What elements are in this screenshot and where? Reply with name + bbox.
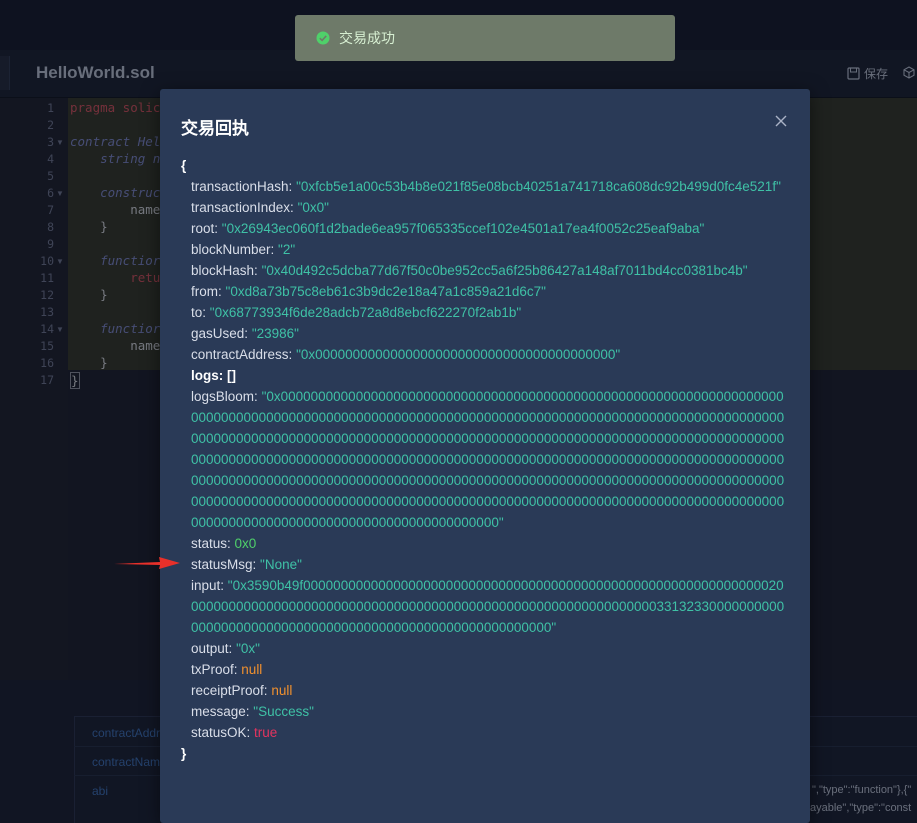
- field-key: statusOK:: [191, 725, 251, 740]
- field-key: receiptProof:: [191, 683, 268, 698]
- field-key: message:: [191, 704, 250, 719]
- field-tx-proof: txProof: null: [181, 659, 791, 680]
- field-value: "Success": [253, 704, 314, 719]
- field-key: blockHash:: [191, 263, 258, 278]
- field-status-msg: statusMsg: "None": [181, 554, 791, 575]
- field-transaction-index: transactionIndex: "0x0": [181, 197, 791, 218]
- field-logs-bloom: logsBloom: "0x00000000000000000000000000…: [181, 386, 791, 533]
- field-value: "2": [278, 242, 296, 257]
- field-key: transactionIndex:: [191, 200, 294, 215]
- transaction-receipt-dialog: 交易回执 { transactionHash: "0xfcb5e1a00c53b…: [160, 89, 810, 823]
- field-receipt-proof: receiptProof: null: [181, 680, 791, 701]
- field-from: from: "0xd8a73b75c8eb61c3b9dc2e18a47a1c8…: [181, 281, 791, 302]
- json-close-brace: }: [181, 746, 187, 761]
- receipt-json: { transactionHash: "0xfcb5e1a00c53b4b8e0…: [181, 155, 791, 764]
- field-message: message: "Success": [181, 701, 791, 722]
- close-icon[interactable]: [774, 114, 788, 128]
- field-block-hash: blockHash: "0x40d492c5dcba77d67f50c0be95…: [181, 260, 791, 281]
- field-key: statusMsg:: [191, 557, 257, 572]
- field-value: null: [271, 683, 293, 698]
- field-key: blockNumber:: [191, 242, 275, 257]
- field-value: "23986": [251, 326, 299, 341]
- field-gas-used: gasUsed: "23986": [181, 323, 791, 344]
- field-value: "0x26943ec060f1d2bade6ea957f065335ccef10…: [221, 221, 705, 236]
- field-key: status:: [191, 536, 231, 551]
- check-circle-icon: [316, 31, 330, 45]
- field-root: root: "0x26943ec060f1d2bade6ea957f065335…: [181, 218, 791, 239]
- field-transaction-hash: transactionHash: "0xfcb5e1a00c53b4b8e021…: [181, 176, 791, 197]
- field-value: true: [254, 725, 278, 740]
- field-to: to: "0x68773934f6de28adcb72a8d8ebcf62227…: [181, 302, 791, 323]
- annotation-arrow-icon: [114, 557, 180, 569]
- field-logs: logs: []: [181, 365, 791, 386]
- field-key: from:: [191, 284, 222, 299]
- field-value: 0x0: [234, 536, 257, 551]
- field-value: "0x0": [297, 200, 329, 215]
- field-value: "0x68773934f6de28adcb72a8d8ebcf622270f2a…: [209, 305, 522, 320]
- field-block-number: blockNumber: "2": [181, 239, 791, 260]
- field-key: txProof:: [191, 662, 238, 677]
- field-key: root:: [191, 221, 219, 236]
- field-value: "0x40d492c5dcba77d67f50c0be952cc5a6f25b8…: [261, 263, 748, 278]
- field-contract-address: contractAddress: "0x00000000000000000000…: [181, 344, 791, 365]
- field-status: status: 0x0: [181, 533, 791, 554]
- json-open-brace: {: [181, 158, 187, 173]
- field-key: to:: [191, 305, 207, 320]
- field-status-ok: statusOK: true: [181, 722, 791, 743]
- field-key: input:: [191, 578, 225, 593]
- field-value: "0xfcb5e1a00c53b4b8e021f85e08bcb40251a74…: [296, 179, 781, 194]
- field-value: "0x0000000000000000000000000000000000000…: [191, 389, 785, 530]
- field-key: output:: [191, 641, 233, 656]
- field-value: "0x": [236, 641, 260, 656]
- field-key: logsBloom:: [191, 389, 258, 404]
- field-input: input: "0x3590b49f0000000000000000000000…: [181, 575, 791, 638]
- field-value: "None": [260, 557, 302, 572]
- field-key: transactionHash:: [191, 179, 293, 194]
- toast-message: 交易成功: [339, 30, 395, 46]
- field-key: gasUsed:: [191, 326, 249, 341]
- field-output: output: "0x": [181, 638, 791, 659]
- field-value: "0x3590b49f00000000000000000000000000000…: [191, 578, 785, 635]
- field-value: null: [241, 662, 263, 677]
- field-value: "0xd8a73b75c8eb61c3b9dc2e18a47a1c859a21d…: [225, 284, 546, 299]
- field-value: "0x0000000000000000000000000000000000000…: [296, 347, 621, 362]
- field-key: contractAddress:: [191, 347, 293, 362]
- success-toast: 交易成功: [295, 15, 675, 61]
- dialog-title: 交易回执: [181, 119, 249, 138]
- field-key: logs: []: [191, 368, 236, 383]
